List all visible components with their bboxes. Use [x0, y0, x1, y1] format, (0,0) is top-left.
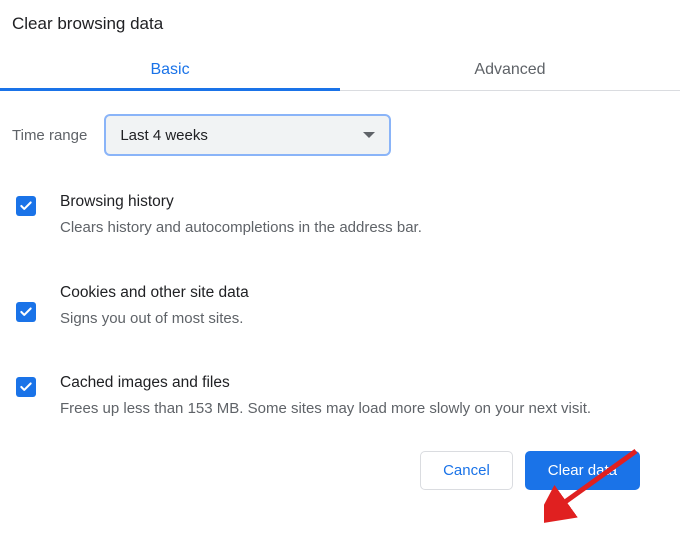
option-description: Frees up less than 153 MB. Some sites ma…	[60, 398, 668, 421]
chevron-down-icon	[363, 132, 375, 138]
checkbox-browsing-history[interactable]	[16, 196, 36, 216]
tab-advanced[interactable]: Advanced	[340, 52, 680, 90]
check-icon	[19, 199, 33, 213]
dialog-actions: Cancel Clear data	[0, 451, 680, 508]
time-range-value: Last 4 weeks	[120, 127, 208, 144]
option-texts: Browsing history Clears history and auto…	[60, 193, 668, 240]
option-description: Signs you out of most sites.	[60, 308, 668, 331]
dialog-body: Time range Last 4 weeks Browsing history…	[0, 91, 680, 451]
checkbox-cookies[interactable]	[16, 302, 36, 322]
tab-basic[interactable]: Basic	[0, 52, 340, 90]
check-icon	[19, 305, 33, 319]
cancel-button[interactable]: Cancel	[420, 451, 513, 490]
option-cache: Cached images and files Frees up less th…	[12, 374, 668, 421]
option-title: Browsing history	[60, 193, 668, 211]
option-title: Cached images and files	[60, 374, 668, 392]
checkbox-cache[interactable]	[16, 377, 36, 397]
option-title: Cookies and other site data	[60, 284, 668, 302]
dialog-title: Clear browsing data	[0, 0, 680, 52]
clear-data-button[interactable]: Clear data	[525, 451, 640, 490]
time-range-row: Time range Last 4 weeks	[12, 115, 668, 155]
clear-browsing-data-dialog: Clear browsing data Basic Advanced Time …	[0, 0, 680, 508]
option-texts: Cached images and files Frees up less th…	[60, 374, 668, 421]
check-icon	[19, 380, 33, 394]
time-range-select[interactable]: Last 4 weeks	[105, 115, 390, 155]
option-browsing-history: Browsing history Clears history and auto…	[12, 193, 668, 240]
time-range-label: Time range	[12, 127, 87, 144]
tabs: Basic Advanced	[0, 52, 680, 91]
option-description: Clears history and autocompletions in th…	[60, 217, 668, 240]
option-cookies: Cookies and other site data Signs you ou…	[12, 284, 668, 331]
option-texts: Cookies and other site data Signs you ou…	[60, 284, 668, 331]
